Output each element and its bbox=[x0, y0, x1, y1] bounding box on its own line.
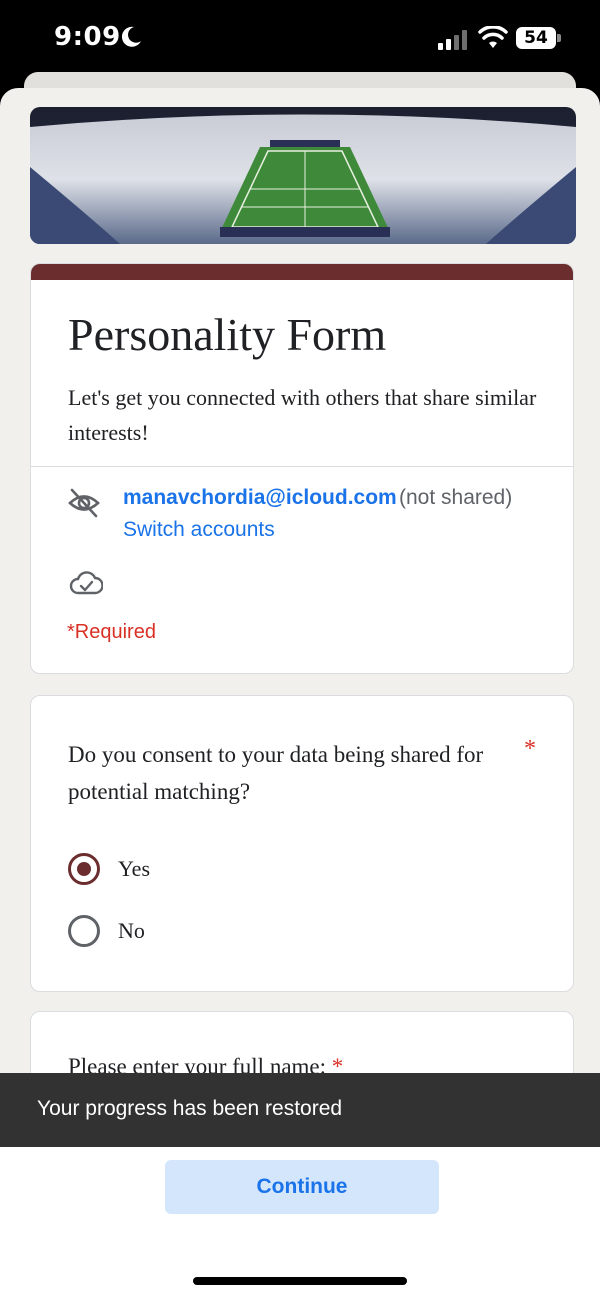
switch-accounts-link[interactable]: Switch accounts bbox=[123, 518, 275, 542]
cellular-signal-icon bbox=[438, 30, 467, 50]
cloud-check-icon bbox=[69, 571, 103, 595]
status-time: 9:09 bbox=[54, 22, 121, 52]
toast-message: Your progress has been restored bbox=[37, 1097, 343, 1120]
account-email: manavchordia@icloud.com bbox=[123, 486, 397, 509]
radio-label-yes[interactable]: Yes bbox=[118, 856, 150, 882]
question-text: Do you consent to your data being shared… bbox=[68, 742, 484, 804]
eye-off-icon bbox=[68, 488, 100, 518]
battery-icon: 54 bbox=[516, 27, 562, 51]
required-note: *Required bbox=[67, 621, 156, 643]
question-card-consent: Do you consent to your data being shared… bbox=[30, 695, 574, 992]
battery-level: 54 bbox=[516, 27, 556, 49]
header-image bbox=[30, 107, 576, 244]
required-asterisk: * bbox=[524, 736, 536, 762]
moon-icon bbox=[121, 26, 141, 47]
form-title: Personality Form bbox=[68, 309, 387, 360]
wifi-icon bbox=[478, 26, 508, 48]
radio-no[interactable] bbox=[68, 915, 100, 947]
account-note: (not shared) bbox=[399, 486, 513, 509]
radio-label-no[interactable]: No bbox=[118, 918, 145, 944]
form-description: Let's get you connected with others that… bbox=[68, 385, 537, 445]
stadium-image bbox=[30, 107, 576, 244]
radio-yes[interactable] bbox=[68, 853, 100, 885]
bottom-bar: Continue bbox=[0, 1147, 600, 1298]
toast-snackbar: Your progress has been restored bbox=[0, 1073, 600, 1147]
form-header-card: Personality Form Let's get you connected… bbox=[30, 263, 574, 674]
continue-button[interactable]: Continue bbox=[165, 1160, 439, 1214]
divider bbox=[31, 466, 573, 467]
home-indicator[interactable] bbox=[193, 1277, 407, 1285]
accent-strip bbox=[31, 264, 573, 280]
